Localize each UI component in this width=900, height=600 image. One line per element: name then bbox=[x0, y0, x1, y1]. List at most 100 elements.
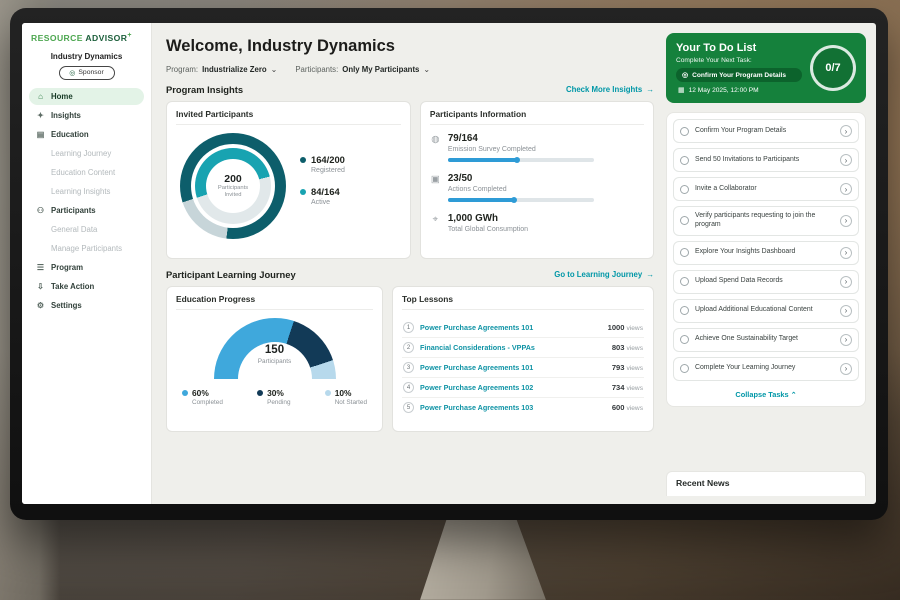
task-label: Complete Your Learning Journey bbox=[695, 364, 834, 373]
education-progress-card: Education Progress 150 Participants 60% bbox=[166, 286, 383, 432]
actions-completed-row: ▣ 23/50 Actions Completed bbox=[430, 173, 644, 202]
sidebar-item-learning-insights[interactable]: Learning Insights bbox=[29, 183, 144, 200]
go-to-learning-journey-link[interactable]: Go to Learning Journey → bbox=[554, 270, 654, 279]
task-label: Send 50 Invitations to Participants bbox=[695, 156, 834, 165]
todo-title: Your To Do List bbox=[676, 42, 802, 54]
sidebar-item-label: Learning Insights bbox=[51, 187, 110, 196]
sidebar-item-home[interactable]: ⌂ Home bbox=[29, 88, 144, 105]
chevron-right-icon[interactable]: › bbox=[840, 305, 852, 317]
datetime-label: 12 May 2025, 12:00 PM bbox=[689, 87, 759, 94]
info-label: Emission Survey Completed bbox=[448, 146, 594, 153]
filters-row: Program: Industrialize Zero ⌄ Participan… bbox=[166, 65, 654, 74]
lesson-row: 2 Financial Considerations - VPPAs 803vi… bbox=[402, 338, 644, 358]
sidebar-item-program[interactable]: ☰ Program bbox=[29, 259, 144, 276]
sidebar-item-take-action[interactable]: ⇩ Take Action bbox=[29, 278, 144, 295]
task-checkbox[interactable] bbox=[680, 364, 689, 373]
learning-journey-header: Participant Learning Journey Go to Learn… bbox=[166, 269, 654, 280]
lesson-row: 3 Power Purchase Agreements 101 793views bbox=[402, 358, 644, 378]
consumption-row: ⌖ 1,000 GWh Total Global Consumption bbox=[430, 213, 644, 233]
lesson-link[interactable]: Power Purchase Agreements 101 bbox=[420, 363, 606, 372]
lesson-views: 1000views bbox=[608, 323, 643, 332]
sidebar-item-education-content[interactable]: Education Content bbox=[29, 164, 144, 181]
task-row[interactable]: Complete Your Learning Journey › bbox=[673, 357, 859, 381]
lesson-number: 3 bbox=[403, 362, 414, 373]
chevron-right-icon[interactable]: › bbox=[840, 247, 852, 259]
program-insights-header: Program Insights Check More Insights → bbox=[166, 84, 654, 95]
sponsor-icon: ◎ bbox=[69, 69, 75, 77]
chevron-right-icon[interactable]: › bbox=[840, 363, 852, 375]
sidebar-item-education[interactable]: ▤ Education bbox=[29, 126, 144, 143]
lesson-views: 600views bbox=[612, 403, 643, 412]
task-checkbox[interactable] bbox=[680, 335, 689, 344]
legend-label: Completed bbox=[192, 399, 223, 406]
sidebar-item-label: Learning Journey bbox=[51, 149, 111, 158]
collapse-tasks-button[interactable]: Collapse Tasks ⌃ bbox=[673, 386, 859, 402]
sidebar-item-general-data[interactable]: General Data bbox=[29, 221, 144, 238]
gauge-center-value: 150 bbox=[214, 344, 336, 356]
task-checkbox[interactable] bbox=[680, 156, 689, 165]
dashboard-app: RESOURCE ADVISOR+ Industry Dynamics ◎ Sp… bbox=[22, 23, 876, 504]
education-icon: ▤ bbox=[36, 130, 45, 139]
sidebar-item-insights[interactable]: ✦ Insights bbox=[29, 107, 144, 124]
sidebar-item-label: Manage Participants bbox=[51, 244, 122, 253]
card-title: Education Progress bbox=[176, 294, 373, 310]
task-checkbox[interactable] bbox=[680, 277, 689, 286]
legend-not-started: 10% Not Started bbox=[325, 388, 367, 406]
participants-filter[interactable]: Participants: Only My Participants ⌄ bbox=[295, 65, 430, 74]
main-content: Welcome, Industry Dynamics Program: Indu… bbox=[152, 23, 664, 504]
logo-plus: + bbox=[127, 32, 132, 39]
sidebar-item-learning-journey[interactable]: Learning Journey bbox=[29, 145, 144, 162]
check-more-insights-link[interactable]: Check More Insights → bbox=[566, 85, 654, 94]
lesson-views: 793views bbox=[612, 363, 643, 372]
chevron-right-icon[interactable]: › bbox=[840, 125, 852, 137]
task-row[interactable]: Upload Spend Data Records › bbox=[673, 270, 859, 294]
lesson-number: 4 bbox=[403, 382, 414, 393]
page-title: Welcome, Industry Dynamics bbox=[166, 37, 654, 56]
task-checkbox[interactable] bbox=[680, 127, 689, 136]
legend-value: 10% bbox=[335, 388, 352, 398]
lesson-views: 803views bbox=[612, 343, 643, 352]
chevron-right-icon[interactable]: › bbox=[840, 215, 852, 227]
lesson-link[interactable]: Financial Considerations - VPPAs bbox=[420, 343, 606, 352]
collapse-label: Collapse Tasks bbox=[735, 390, 788, 399]
task-checkbox[interactable] bbox=[680, 248, 689, 257]
donut-center-label: Participants Invited bbox=[211, 185, 255, 199]
registered-dot-icon bbox=[300, 157, 306, 163]
chevron-right-icon[interactable]: › bbox=[840, 276, 852, 288]
info-label: Total Global Consumption bbox=[448, 226, 528, 233]
sidebar-item-participants[interactable]: ⚇ Participants bbox=[29, 202, 144, 219]
sidebar-item-settings[interactable]: ⚙ Settings bbox=[29, 297, 144, 314]
task-row[interactable]: Invite a Collaborator › bbox=[673, 177, 859, 201]
donut-center-value: 200 bbox=[224, 173, 242, 185]
info-value: 79/164 bbox=[448, 133, 594, 144]
program-icon: ☰ bbox=[36, 263, 45, 272]
chevron-right-icon[interactable]: › bbox=[840, 183, 852, 195]
task-row[interactable]: Explore Your Insights Dashboard › bbox=[673, 241, 859, 265]
task-checkbox[interactable] bbox=[680, 306, 689, 315]
next-task-pill[interactable]: ◎ Confirm Your Program Details bbox=[676, 68, 802, 82]
sidebar-item-label: Home bbox=[51, 92, 73, 101]
settings-icon: ⚙ bbox=[36, 301, 45, 310]
recent-news-header[interactable]: Recent News bbox=[666, 471, 866, 496]
task-label: Upload Spend Data Records bbox=[695, 277, 834, 286]
lesson-link[interactable]: Power Purchase Agreements 103 bbox=[420, 403, 606, 412]
lesson-row: 4 Power Purchase Agreements 102 734views bbox=[402, 378, 644, 398]
task-row[interactable]: Send 50 Invitations to Participants › bbox=[673, 148, 859, 172]
chevron-right-icon[interactable]: › bbox=[840, 154, 852, 166]
section-title: Program Insights bbox=[166, 84, 243, 95]
task-checkbox[interactable] bbox=[680, 216, 689, 225]
sidebar-item-manage-participants[interactable]: Manage Participants bbox=[29, 240, 144, 257]
lesson-link[interactable]: Power Purchase Agreements 102 bbox=[420, 383, 606, 392]
todo-progress-value: 0/7 bbox=[825, 62, 840, 74]
task-row[interactable]: Achieve One Sustainability Target › bbox=[673, 328, 859, 352]
sidebar-item-label: Take Action bbox=[51, 282, 94, 291]
lesson-link[interactable]: Power Purchase Agreements 101 bbox=[420, 323, 602, 332]
monitor-stand bbox=[408, 518, 558, 600]
chevron-right-icon[interactable]: › bbox=[840, 334, 852, 346]
task-row[interactable]: Verify participants requesting to join t… bbox=[673, 206, 859, 236]
org-name: Industry Dynamics bbox=[29, 52, 144, 61]
task-row[interactable]: Upload Additional Educational Content › bbox=[673, 299, 859, 323]
task-checkbox[interactable] bbox=[680, 185, 689, 194]
program-filter[interactable]: Program: Industrialize Zero ⌄ bbox=[166, 65, 277, 74]
task-row[interactable]: Confirm Your Program Details › bbox=[673, 119, 859, 143]
